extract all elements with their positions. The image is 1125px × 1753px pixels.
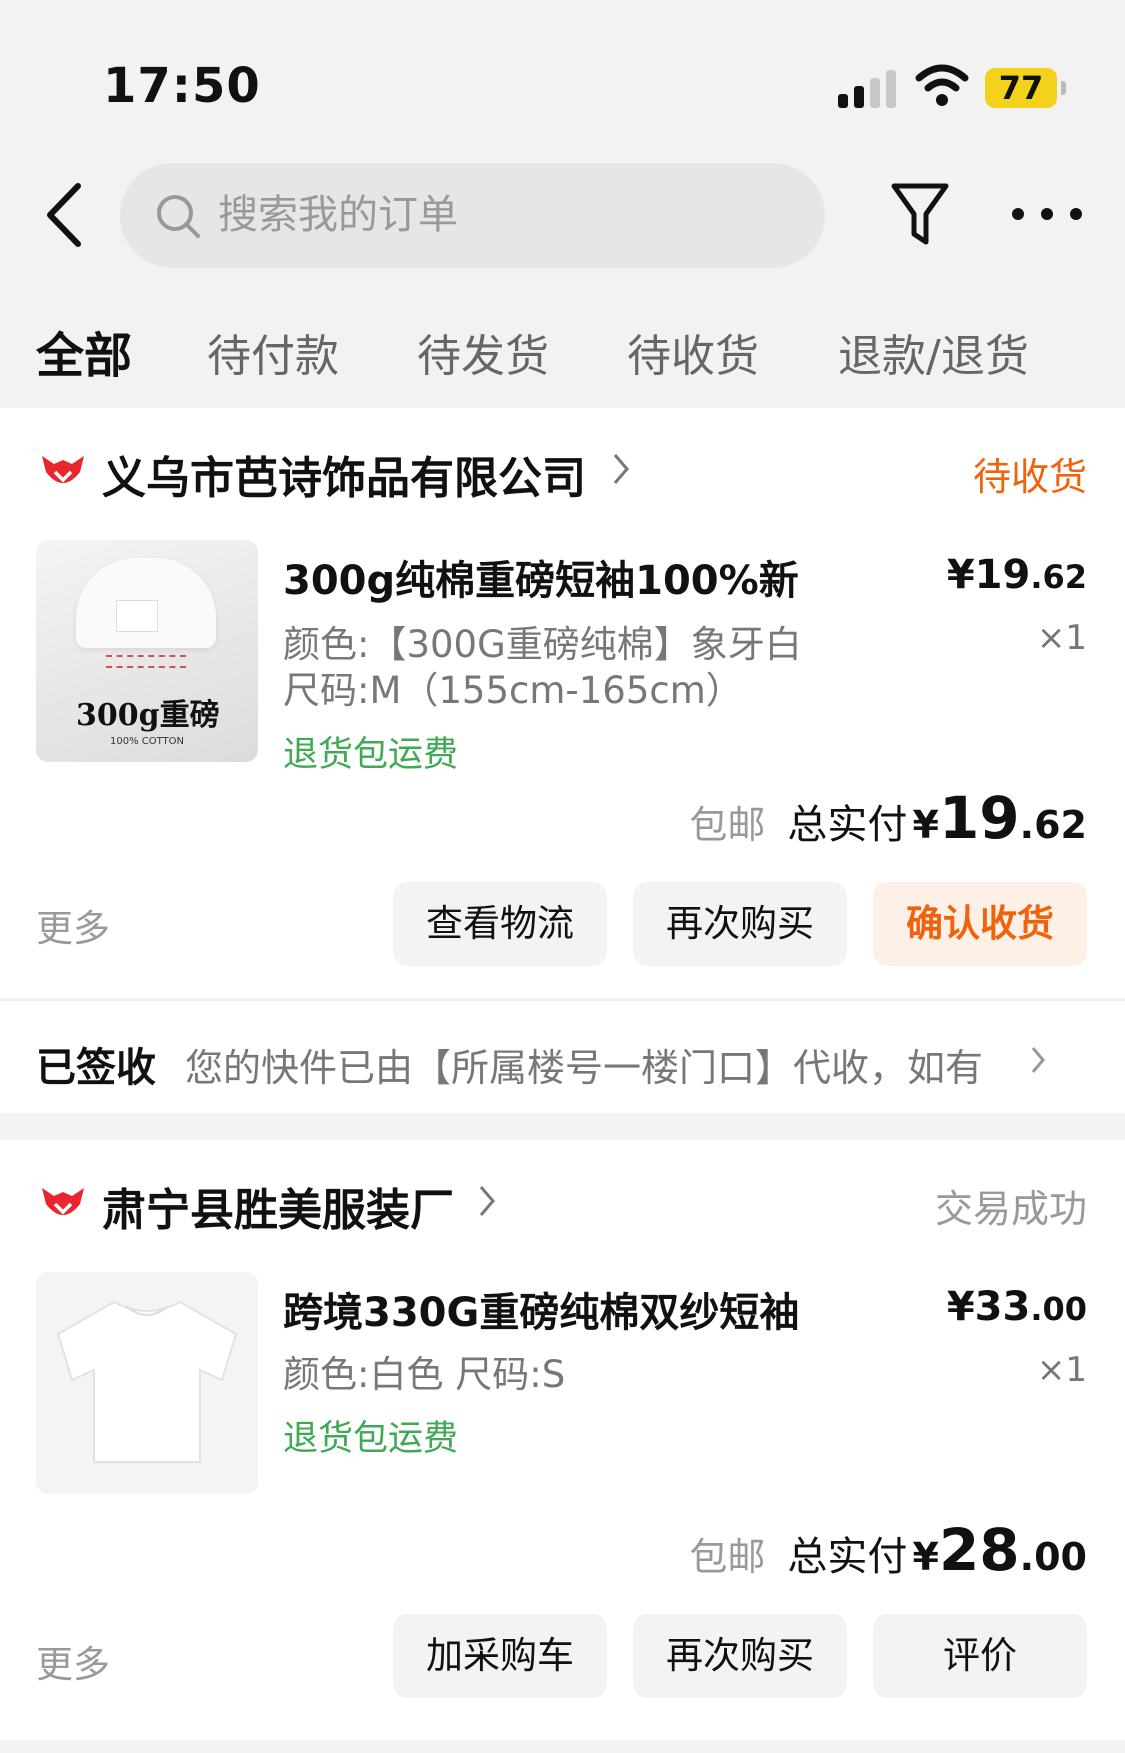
return-shipping-badge: 退货包运费: [283, 735, 459, 775]
header: 搜索我的订单: [0, 150, 1125, 280]
order-total: 包邮 总实付 ¥19.62: [689, 784, 1087, 852]
battery-level: 77: [998, 69, 1044, 107]
order-status: 待收货: [972, 455, 1087, 499]
order-card: 义乌市芭诗饰品有限公司 待收货 300g重磅 100% COTTON 300g纯…: [0, 408, 1125, 998]
product-image-label: 300g重磅: [76, 698, 220, 733]
total-label: 总实付: [787, 1534, 908, 1580]
product-image-sublabel: 100% COTTON: [109, 736, 184, 747]
buy-again-button[interactable]: 再次购买: [633, 1614, 847, 1698]
wifi-icon: [915, 64, 969, 106]
tab-all[interactable]: 全部: [36, 316, 132, 386]
free-shipping-label: 包邮: [689, 1535, 766, 1579]
product-title[interactable]: 跨境330G重磅纯棉双纱短袖: [283, 1280, 799, 1338]
tab-pending-receipt[interactable]: 待收货: [627, 320, 759, 384]
tshirt-icon: [56, 1300, 238, 1463]
order-status: 交易成功: [934, 1187, 1087, 1231]
search-placeholder: 搜索我的订单: [218, 192, 458, 238]
logistics-status: 已签收: [36, 1045, 156, 1091]
product-title[interactable]: 300g纯棉重磅短袖100%新: [283, 548, 799, 606]
add-to-cart-button[interactable]: 加采购车: [393, 1614, 607, 1698]
search-input[interactable]: 搜索我的订单: [120, 163, 825, 268]
filter-icon[interactable]: [890, 180, 950, 250]
tab-pending-payment[interactable]: 待付款: [207, 320, 339, 384]
chevron-right-icon[interactable]: [478, 1184, 496, 1218]
product-price: ¥19.62: [946, 552, 1087, 598]
logistics-bar[interactable]: 已签收 您的快件已由【所属楼号一楼门口】代收，如有: [0, 1000, 1125, 1113]
order-card: 肃宁县胜美服装厂 交易成功 跨境330G重磅纯棉双纱短袖 颜色:白色 尺码:S …: [0, 1140, 1125, 1740]
review-button[interactable]: 评价: [873, 1614, 1087, 1698]
product-quantity: ×1: [1036, 618, 1087, 658]
product-image[interactable]: 300g重磅 100% COTTON: [36, 540, 258, 762]
chevron-right-icon[interactable]: [612, 452, 630, 486]
product-price: ¥33.00: [946, 1284, 1087, 1330]
product-quantity: ×1: [1036, 1350, 1087, 1390]
back-arrow-icon[interactable]: [42, 180, 86, 250]
cellular-signal-icon: [838, 68, 898, 108]
more-options-icon[interactable]: [1012, 204, 1082, 224]
order-total: 包邮 总实付 ¥28.00: [689, 1516, 1087, 1584]
product-image[interactable]: [36, 1272, 258, 1494]
view-logistics-button[interactable]: 查看物流: [393, 882, 607, 966]
status-bar: 17:50 77: [0, 0, 1125, 150]
total-amount: 19: [938, 784, 1020, 852]
battery-icon: 77: [985, 68, 1067, 110]
search-icon: [157, 195, 200, 238]
confirm-receipt-button[interactable]: 确认收货: [873, 882, 1087, 966]
total-label: 总实付: [787, 802, 908, 848]
tab-refund-return[interactable]: 退款/退货: [838, 320, 1029, 384]
more-link[interactable]: 更多: [36, 1634, 110, 1688]
free-shipping-label: 包邮: [689, 803, 766, 847]
logistics-message: 您的快件已由【所属楼号一楼门口】代收，如有: [185, 1046, 984, 1090]
tab-pending-shipment[interactable]: 待发货: [417, 320, 549, 384]
shop-name[interactable]: 肃宁县胜美服装厂: [102, 1174, 454, 1238]
buy-again-button[interactable]: 再次购买: [633, 882, 847, 966]
shop-logo-icon: [42, 1188, 84, 1215]
product-spec-size: 尺码:M（155cm-165cm）: [283, 669, 743, 712]
order-tabs: 全部 待付款 待发货 待收货 退款/退货: [0, 280, 1125, 405]
status-time: 17:50: [103, 58, 261, 114]
product-spec: 颜色:白色 尺码:S: [283, 1353, 566, 1396]
shop-logo-icon: [42, 456, 84, 483]
shop-name[interactable]: 义乌市芭诗饰品有限公司: [102, 442, 586, 506]
chevron-right-icon: [1031, 1047, 1045, 1073]
return-shipping-badge: 退货包运费: [283, 1419, 459, 1459]
more-link[interactable]: 更多: [36, 898, 110, 952]
total-amount: 28: [938, 1516, 1020, 1584]
